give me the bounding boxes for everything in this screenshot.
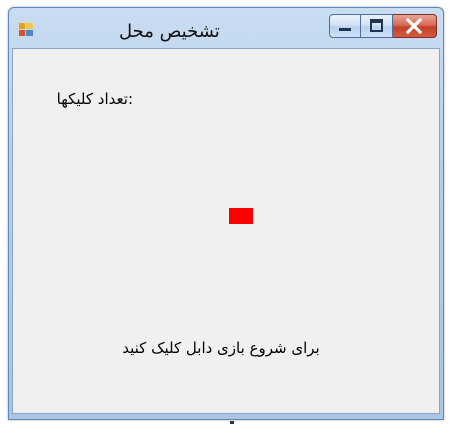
- title-bar[interactable]: تشخیص محل: [9, 8, 443, 48]
- app-window: تشخیص محل :تعداد کلیکها برای شروع بازی د…: [8, 7, 444, 420]
- close-icon: [405, 17, 423, 35]
- minimize-button[interactable]: [329, 14, 361, 38]
- minimize-icon: [339, 28, 351, 31]
- close-button[interactable]: [393, 14, 437, 38]
- maximize-button[interactable]: [361, 14, 393, 38]
- click-count-label: :تعداد کلیکها: [56, 90, 133, 108]
- caption-buttons: [329, 14, 437, 40]
- app-icon[interactable]: [19, 22, 35, 36]
- maximize-icon: [370, 19, 383, 32]
- form-client-area[interactable]: :تعداد کلیکها برای شروع بازی دابل کلیک ک…: [12, 48, 440, 414]
- window-title: تشخیص محل: [119, 21, 220, 42]
- resize-grip-dot: [230, 421, 234, 424]
- target-box[interactable]: [229, 208, 253, 224]
- instruction-text: برای شروع بازی دابل کلیک کنید: [122, 339, 320, 357]
